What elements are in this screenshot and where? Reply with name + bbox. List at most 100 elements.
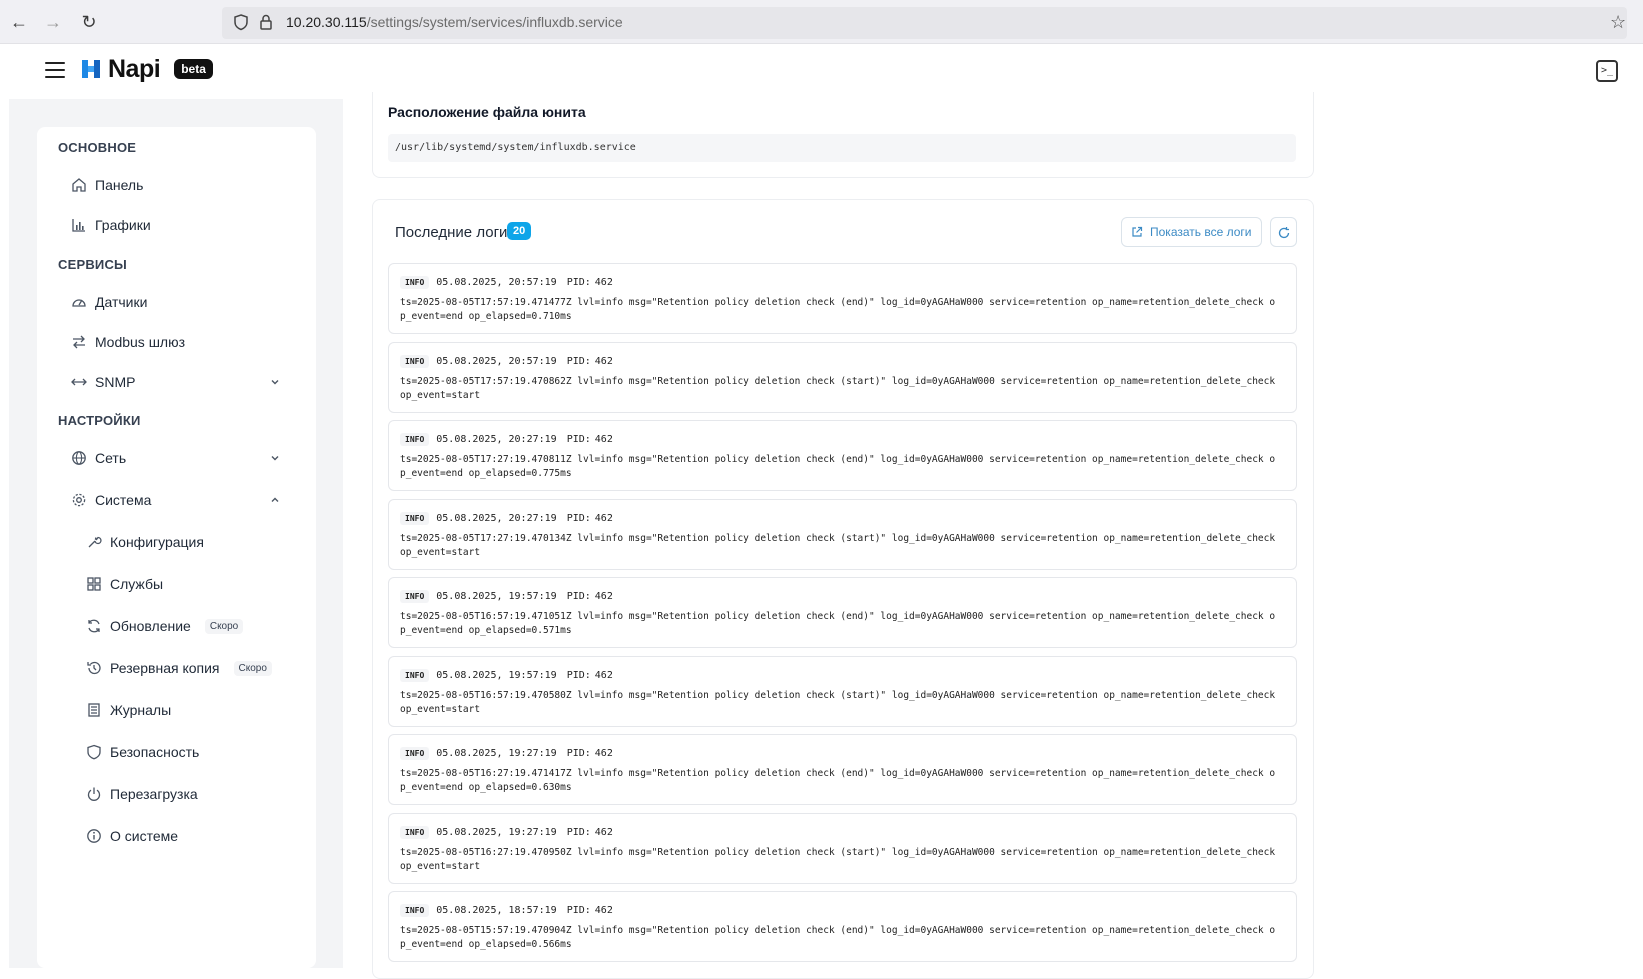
log-timestamp: 05.08.2025, 19:27:19 <box>436 748 557 759</box>
wrench-icon <box>88 536 102 548</box>
external-link-icon <box>1132 226 1143 237</box>
log-level-badge: INFO <box>400 904 430 917</box>
log-pid: 462 <box>594 591 613 602</box>
chevron-down-icon[interactable] <box>269 452 281 464</box>
refresh-logs-button[interactable] <box>1270 217 1297 247</box>
sidebar-item-panel[interactable]: Панель <box>71 173 143 197</box>
log-message: ts=2025-08-05T17:27:19.470811Z lvl=info … <box>400 454 1276 479</box>
shield-outline-icon <box>234 14 248 31</box>
chevron-up-icon[interactable] <box>269 494 281 506</box>
sidebar-item-update[interactable]: Обновление Скоро <box>86 614 244 638</box>
log-timestamp: 05.08.2025, 20:27:19 <box>436 513 557 524</box>
sidebar-item-snmp[interactable]: SNMP <box>71 370 135 394</box>
reload-icon[interactable]: ↻ <box>78 11 100 33</box>
log-entry: INFO 05.08.2025, 20:27:19 PID: 462 ts=2025-0… <box>388 420 1297 491</box>
back-arrow-icon[interactable]: ← <box>8 11 30 33</box>
bar-chart-icon <box>72 219 85 232</box>
log-header: INFO 05.08.2025, 19:57:19 PID: 462 <box>400 590 613 603</box>
log-pid-label: PID: <box>566 748 591 759</box>
soon-badge: Скоро <box>233 660 272 676</box>
log-pid-label: PID: <box>566 513 591 524</box>
log-pid-label: PID: <box>566 434 591 445</box>
log-pid: 462 <box>594 356 613 367</box>
log-entry: INFO 05.08.2025, 20:57:19 PID: 462 ts=2025-0… <box>388 263 1297 334</box>
history-icon <box>87 661 101 675</box>
log-entry: INFO 05.08.2025, 19:57:19 PID: 462 ts=2025-0… <box>388 577 1297 648</box>
log-pid: 462 <box>594 670 613 681</box>
log-timestamp: 05.08.2025, 19:57:19 <box>436 591 557 602</box>
napi-logo-icon <box>82 60 100 78</box>
unit-file-title: Расположение файла юнита <box>388 104 586 120</box>
shield-icon <box>87 744 101 760</box>
log-message: ts=2025-08-05T15:57:19.470904Z lvl=info … <box>400 925 1276 950</box>
log-pid-label: PID: <box>566 591 591 602</box>
sidebar-item-system[interactable]: Система <box>71 488 151 512</box>
lock-icon <box>260 14 272 30</box>
globe-icon <box>72 451 86 465</box>
log-pid: 462 <box>594 748 613 759</box>
logo-text: Napi <box>108 54 161 83</box>
log-message: ts=2025-08-05T16:27:19.471417Z lvl=info … <box>400 768 1276 793</box>
sidebar-item-security[interactable]: Безопасность <box>86 740 199 764</box>
log-header: INFO 05.08.2025, 20:27:19 PID: 462 <box>400 512 613 525</box>
app-header: Napi beta >_ <box>9 44 1643 99</box>
browser-toolbar: ← → ↻ 10.20.30.115/settings/system/servi… <box>0 0 1643 44</box>
chevron-down-icon[interactable] <box>269 376 281 388</box>
terminal-icon[interactable]: >_ <box>1596 60 1618 82</box>
sidebar-item-logs[interactable]: Журналы <box>86 698 171 722</box>
refresh-icon <box>1278 227 1290 239</box>
bookmark-star-icon[interactable]: ☆ <box>1610 12 1626 33</box>
log-timestamp: 05.08.2025, 20:57:19 <box>436 356 557 367</box>
log-header: INFO 05.08.2025, 18:57:19 PID: 462 <box>400 904 613 917</box>
url-text: 10.20.30.115/settings/system/services/in… <box>286 14 623 30</box>
power-icon <box>87 787 101 801</box>
log-message: ts=2025-08-05T17:27:19.470134Z lvl=info … <box>400 533 1276 558</box>
log-level-badge: INFO <box>400 355 430 368</box>
log-header: INFO 05.08.2025, 20:57:19 PID: 462 <box>400 355 613 368</box>
sidebar: ОСНОВНОЕ Панель Графики СЕРВИСЫ Датчики … <box>37 127 316 968</box>
log-message: ts=2025-08-05T16:57:19.470580Z lvl=info … <box>400 690 1276 715</box>
log-pid-label: PID: <box>566 670 591 681</box>
log-header: INFO 05.08.2025, 19:27:19 PID: 462 <box>400 826 613 839</box>
beta-badge: beta <box>174 59 213 79</box>
sidebar-item-sensors[interactable]: Датчики <box>71 290 147 314</box>
unit-file-path: /usr/lib/systemd/system/influxdb.service <box>388 134 1296 162</box>
log-timestamp: 05.08.2025, 20:57:19 <box>436 277 557 288</box>
log-message: ts=2025-08-05T17:57:19.470862Z lvl=info … <box>400 376 1276 401</box>
section-title-services: СЕРВИСЫ <box>58 257 127 272</box>
sidebar-item-charts[interactable]: Графики <box>71 213 151 237</box>
log-pid: 462 <box>594 827 613 838</box>
section-title-settings: НАСТРОЙКИ <box>58 413 141 428</box>
swap-icon <box>73 335 85 349</box>
log-timestamp: 05.08.2025, 18:57:19 <box>436 905 557 916</box>
log-level-badge: INFO <box>400 590 430 603</box>
log-pid-label: PID: <box>566 277 591 288</box>
sidebar-item-about[interactable]: О системе <box>86 824 178 848</box>
log-message: ts=2025-08-05T16:57:19.471051Z lvl=info … <box>400 611 1276 636</box>
log-entry: INFO 05.08.2025, 20:27:19 PID: 462 ts=2025-0… <box>388 499 1297 570</box>
logs-title: Последние логи <box>395 224 508 241</box>
soon-badge: Скоро <box>204 618 244 634</box>
log-header: INFO 05.08.2025, 19:57:19 PID: 462 <box>400 669 613 682</box>
logs-count-badge: 20 <box>507 222 532 240</box>
log-message: ts=2025-08-05T16:27:19.470950Z lvl=info … <box>400 847 1276 872</box>
forward-arrow-icon[interactable]: → <box>42 11 64 33</box>
sidebar-item-modbus[interactable]: Modbus шлюз <box>71 330 185 354</box>
sidebar-item-services[interactable]: Службы <box>86 572 163 596</box>
show-all-logs-button[interactable]: Показать все логи <box>1121 217 1263 247</box>
log-pid-label: PID: <box>566 827 591 838</box>
section-title-main: ОСНОВНОЕ <box>58 140 137 155</box>
log-pid-label: PID: <box>566 905 591 916</box>
sidebar-item-reboot[interactable]: Перезагрузка <box>86 782 198 806</box>
gear-icon <box>72 493 86 507</box>
hamburger-menu-icon[interactable] <box>45 62 65 78</box>
log-header: INFO 05.08.2025, 20:27:19 PID: 462 <box>400 433 613 446</box>
home-icon <box>72 178 86 192</box>
logo[interactable]: Napi beta <box>81 54 213 84</box>
sidebar-item-network[interactable]: Сеть <box>71 446 126 470</box>
log-level-badge: INFO <box>400 433 430 446</box>
log-header: INFO 05.08.2025, 19:27:19 PID: 462 <box>400 747 613 760</box>
sidebar-item-configuration[interactable]: Конфигурация <box>86 530 204 554</box>
info-icon <box>87 829 101 843</box>
sidebar-item-backup[interactable]: Резервная копия Скоро <box>86 656 272 680</box>
